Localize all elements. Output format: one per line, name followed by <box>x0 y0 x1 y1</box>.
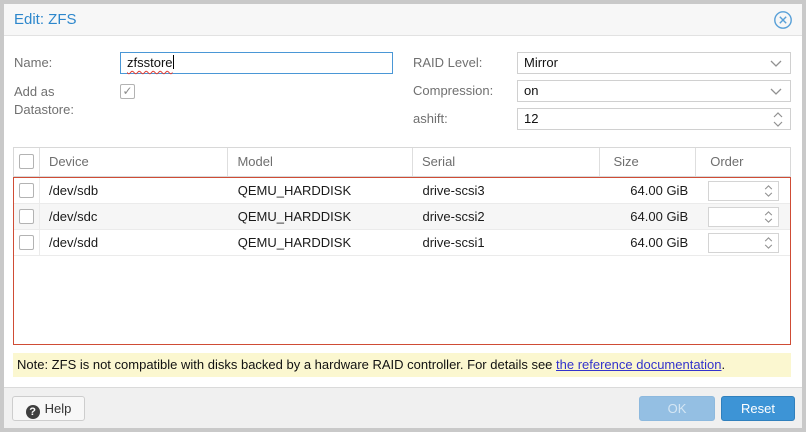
chevron-down-icon[interactable] <box>770 81 782 101</box>
row-checkbox[interactable] <box>19 235 34 250</box>
name-label: Name: <box>14 52 52 74</box>
note-suffix: . <box>722 357 726 372</box>
spinner-up-icon[interactable] <box>764 211 773 216</box>
help-icon: ? <box>26 405 40 419</box>
table-row[interactable]: /dev/sdd QEMU_HARDDISK drive-scsi1 64.00… <box>14 230 790 256</box>
device-grid: Device Model Serial Size Order /dev/sdb … <box>13 147 791 345</box>
spinner-down-icon[interactable] <box>764 192 773 197</box>
table-row[interactable]: /dev/sdb QEMU_HARDDISK drive-scsi3 64.00… <box>14 178 790 204</box>
grid-body: /dev/sdb QEMU_HARDDISK drive-scsi3 64.00… <box>13 177 791 345</box>
order-spinner[interactable] <box>708 233 779 253</box>
text-caret <box>173 55 174 69</box>
device-cell: /dev/sdb <box>40 178 229 203</box>
raid-level-value: Mirror <box>518 53 558 73</box>
spinner-up-icon[interactable] <box>773 112 783 118</box>
name-value: zfsstore <box>121 53 173 73</box>
serial-cell: drive-scsi3 <box>413 178 601 203</box>
select-all-checkbox-cell <box>14 148 40 176</box>
note-bar: Note: ZFS is not compatible with disks b… <box>13 353 791 377</box>
select-all-checkbox[interactable] <box>19 154 34 169</box>
close-icon[interactable] <box>773 10 793 30</box>
column-header-order[interactable]: Order <box>696 148 790 176</box>
titlebar: Edit: ZFS <box>4 4 802 36</box>
row-checkbox[interactable] <box>19 183 34 198</box>
order-spinner[interactable] <box>708 181 779 201</box>
reset-button[interactable]: Reset <box>721 396 795 421</box>
table-row[interactable]: /dev/sdc QEMU_HARDDISK drive-scsi2 64.00… <box>14 204 790 230</box>
grid-header-row: Device Model Serial Size Order <box>13 147 791 177</box>
spinner-down-icon[interactable] <box>764 244 773 249</box>
chevron-down-icon[interactable] <box>770 53 782 73</box>
add-datastore-label: Add as Datastore: <box>14 83 106 119</box>
compression-select[interactable]: on <box>517 80 791 102</box>
size-cell: 64.00 GiB <box>601 178 697 203</box>
ok-button[interactable]: OK <box>639 396 715 421</box>
help-button[interactable]: ? Help <box>12 396 85 421</box>
model-cell: QEMU_HARDDISK <box>229 178 414 203</box>
order-spinner[interactable] <box>708 207 779 227</box>
edit-zfs-dialog: Edit: ZFS Name: zfsstore Add as Datastor… <box>0 0 806 432</box>
raid-level-label: RAID Level: <box>413 52 482 74</box>
spinner-up-icon[interactable] <box>764 185 773 190</box>
size-cell: 64.00 GiB <box>601 204 697 229</box>
spinner-down-icon[interactable] <box>764 218 773 223</box>
spinner-up-icon[interactable] <box>764 237 773 242</box>
serial-cell: drive-scsi2 <box>413 204 601 229</box>
device-cell: /dev/sdc <box>40 204 229 229</box>
ashift-spinner[interactable]: 12 <box>517 108 791 130</box>
model-cell: QEMU_HARDDISK <box>229 230 414 255</box>
model-cell: QEMU_HARDDISK <box>229 204 414 229</box>
raid-level-select[interactable]: Mirror <box>517 52 791 74</box>
row-checkbox[interactable] <box>19 209 34 224</box>
help-button-label: Help <box>45 401 72 416</box>
note-text: Note: ZFS is not compatible with disks b… <box>17 357 556 372</box>
reference-doc-link[interactable]: the reference documentation <box>556 357 722 372</box>
compression-value: on <box>518 81 538 101</box>
compression-label: Compression: <box>413 80 493 102</box>
spinner-down-icon[interactable] <box>773 121 783 127</box>
name-input[interactable]: zfsstore <box>120 52 393 74</box>
add-datastore-checkbox[interactable]: ✓ <box>120 84 135 99</box>
column-header-size[interactable]: Size <box>600 148 696 176</box>
column-header-model[interactable]: Model <box>228 148 413 176</box>
window-title: Edit: ZFS <box>14 4 77 35</box>
ashift-value: 12 <box>518 109 538 129</box>
column-header-device[interactable]: Device <box>40 148 229 176</box>
footer-toolbar: ? Help OK Reset <box>4 387 802 428</box>
device-cell: /dev/sdd <box>40 230 229 255</box>
column-header-serial[interactable]: Serial <box>413 148 601 176</box>
ashift-label: ashift: <box>413 108 448 130</box>
check-icon: ✓ <box>121 85 134 98</box>
serial-cell: drive-scsi1 <box>413 230 601 255</box>
size-cell: 64.00 GiB <box>601 230 697 255</box>
